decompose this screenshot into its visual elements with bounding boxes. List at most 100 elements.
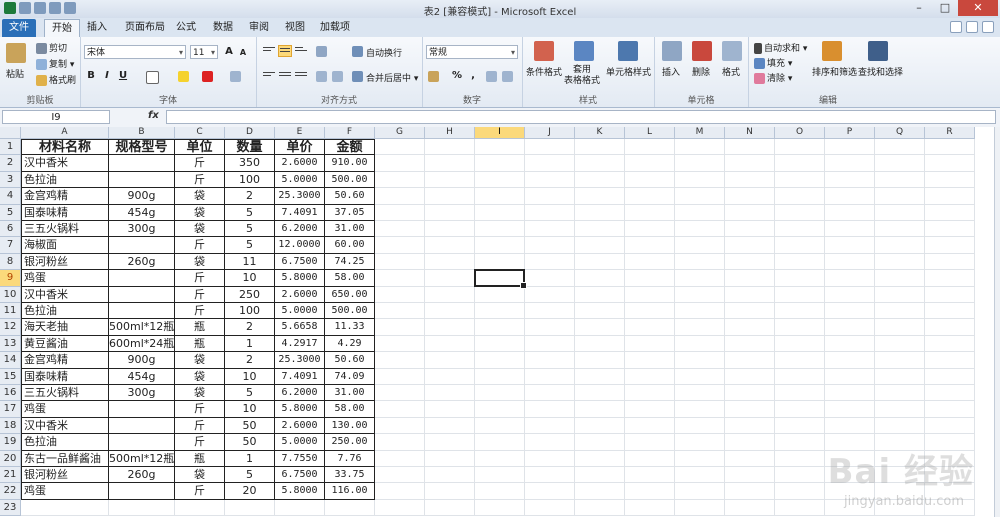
- workbook-restore-icon[interactable]: [982, 21, 994, 33]
- grid-cell[interactable]: [775, 335, 825, 353]
- table-cell[interactable]: 国泰味精: [21, 204, 109, 221]
- column-header-g[interactable]: G: [375, 127, 425, 139]
- table-cell[interactable]: 袋: [175, 385, 225, 402]
- font-size-select[interactable]: 11: [190, 45, 218, 60]
- table-cell[interactable]: 5.0000: [275, 434, 325, 451]
- grid-cell[interactable]: [825, 417, 875, 435]
- grid-cell[interactable]: [475, 434, 525, 451]
- grid-cell[interactable]: [675, 270, 725, 287]
- italic-button[interactable]: I: [100, 69, 114, 83]
- grid-cell[interactable]: [675, 253, 725, 271]
- grid-cell[interactable]: [825, 385, 875, 402]
- comma-button[interactable]: ,: [466, 69, 480, 83]
- grid-cell[interactable]: [925, 401, 975, 418]
- table-cell[interactable]: 50: [225, 434, 275, 451]
- grid-cell[interactable]: [625, 483, 675, 500]
- grid-cell[interactable]: [725, 319, 775, 336]
- grid-cell[interactable]: [375, 253, 425, 271]
- grid-cell[interactable]: [575, 155, 625, 172]
- grid-cell[interactable]: [875, 139, 925, 156]
- grid-cell[interactable]: [525, 368, 575, 385]
- grid-cell[interactable]: [925, 139, 975, 156]
- grid-cell[interactable]: [875, 155, 925, 172]
- tab-data[interactable]: 数据: [208, 19, 238, 37]
- grid-cell[interactable]: [375, 204, 425, 221]
- grid-cell[interactable]: [375, 417, 425, 435]
- format-cells-button[interactable]: 格式: [722, 65, 740, 78]
- grid-cell[interactable]: [875, 368, 925, 385]
- table-cell[interactable]: 斤: [175, 237, 225, 254]
- table-cell[interactable]: 5: [225, 237, 275, 254]
- grid-cell[interactable]: [875, 385, 925, 402]
- table-cell[interactable]: 2: [225, 319, 275, 336]
- grid-cell[interactable]: [525, 352, 575, 369]
- grid-cell[interactable]: [925, 204, 975, 221]
- table-cell[interactable]: 7.4091: [275, 204, 325, 221]
- table-header-cell[interactable]: 单位: [175, 139, 225, 156]
- grid-cell[interactable]: [925, 270, 975, 287]
- grid-cell[interactable]: [575, 499, 625, 517]
- cut-button[interactable]: 剪切: [36, 41, 67, 54]
- table-cell[interactable]: 5: [225, 467, 275, 484]
- grid-cell[interactable]: [475, 171, 525, 189]
- grid-cell[interactable]: [625, 434, 675, 451]
- grid-cell[interactable]: [925, 303, 975, 320]
- row-header-20[interactable]: 20: [0, 450, 21, 467]
- table-cell[interactable]: 三五火锅料: [21, 221, 109, 238]
- align-center-icon[interactable]: [278, 70, 292, 82]
- grid-cell[interactable]: [425, 450, 475, 467]
- table-cell[interactable]: 250: [225, 286, 275, 303]
- grid-cell[interactable]: [475, 303, 525, 320]
- grid-cell[interactable]: [525, 499, 575, 517]
- grid-cell[interactable]: [375, 385, 425, 402]
- tab-home[interactable]: 开始: [44, 19, 80, 38]
- grid-cell[interactable]: [825, 303, 875, 320]
- table-cell[interactable]: 74.25: [325, 253, 375, 271]
- column-header-h[interactable]: H: [425, 127, 475, 139]
- grid-cell[interactable]: [475, 139, 525, 156]
- grid-cell[interactable]: [625, 286, 675, 303]
- table-cell[interactable]: 5: [225, 204, 275, 221]
- table-cell[interactable]: 58.00: [325, 270, 375, 287]
- column-header-n[interactable]: N: [725, 127, 775, 139]
- grid-cell[interactable]: [475, 253, 525, 271]
- grid-cell[interactable]: [425, 368, 475, 385]
- grid-cell[interactable]: [825, 253, 875, 271]
- tab-file[interactable]: 文件: [2, 19, 36, 37]
- grid-cell[interactable]: [425, 319, 475, 336]
- grid-cell[interactable]: [425, 483, 475, 500]
- grid-cell[interactable]: [575, 319, 625, 336]
- row-header-9[interactable]: 9: [0, 270, 21, 287]
- table-cell[interactable]: [109, 417, 175, 435]
- grid-cell[interactable]: [925, 188, 975, 205]
- maximize-button[interactable]: □: [932, 0, 958, 16]
- table-cell[interactable]: 500.00: [325, 171, 375, 189]
- grid-cell[interactable]: [575, 286, 625, 303]
- grid-cell[interactable]: [775, 286, 825, 303]
- table-cell[interactable]: 斤: [175, 155, 225, 172]
- table-cell[interactable]: 5.8000: [275, 401, 325, 418]
- grid-cell[interactable]: [675, 483, 725, 500]
- grid-cell[interactable]: [575, 450, 625, 467]
- grid-cell[interactable]: [575, 270, 625, 287]
- decrease-indent-icon[interactable]: [316, 71, 327, 82]
- grid-cell[interactable]: [625, 237, 675, 254]
- table-cell[interactable]: 500.00: [325, 303, 375, 320]
- grid-cell[interactable]: [725, 155, 775, 172]
- grid-cell[interactable]: [775, 401, 825, 418]
- grid-cell[interactable]: [875, 335, 925, 353]
- grid-cell[interactable]: [475, 417, 525, 435]
- row-header-4[interactable]: 4: [0, 188, 21, 205]
- grid-cell[interactable]: [925, 221, 975, 238]
- row-header-12[interactable]: 12: [0, 319, 21, 336]
- grid-cell[interactable]: [875, 401, 925, 418]
- currency-icon[interactable]: [428, 71, 439, 82]
- grid-cell[interactable]: [675, 171, 725, 189]
- grid-cell[interactable]: [275, 499, 325, 517]
- grid-cell[interactable]: [475, 401, 525, 418]
- autosum-button[interactable]: 自动求和 ▾: [754, 41, 807, 54]
- table-cell[interactable]: 色拉油: [21, 171, 109, 189]
- grid-cell[interactable]: [325, 499, 375, 517]
- grid-cell[interactable]: [725, 467, 775, 484]
- row-header-15[interactable]: 15: [0, 368, 21, 385]
